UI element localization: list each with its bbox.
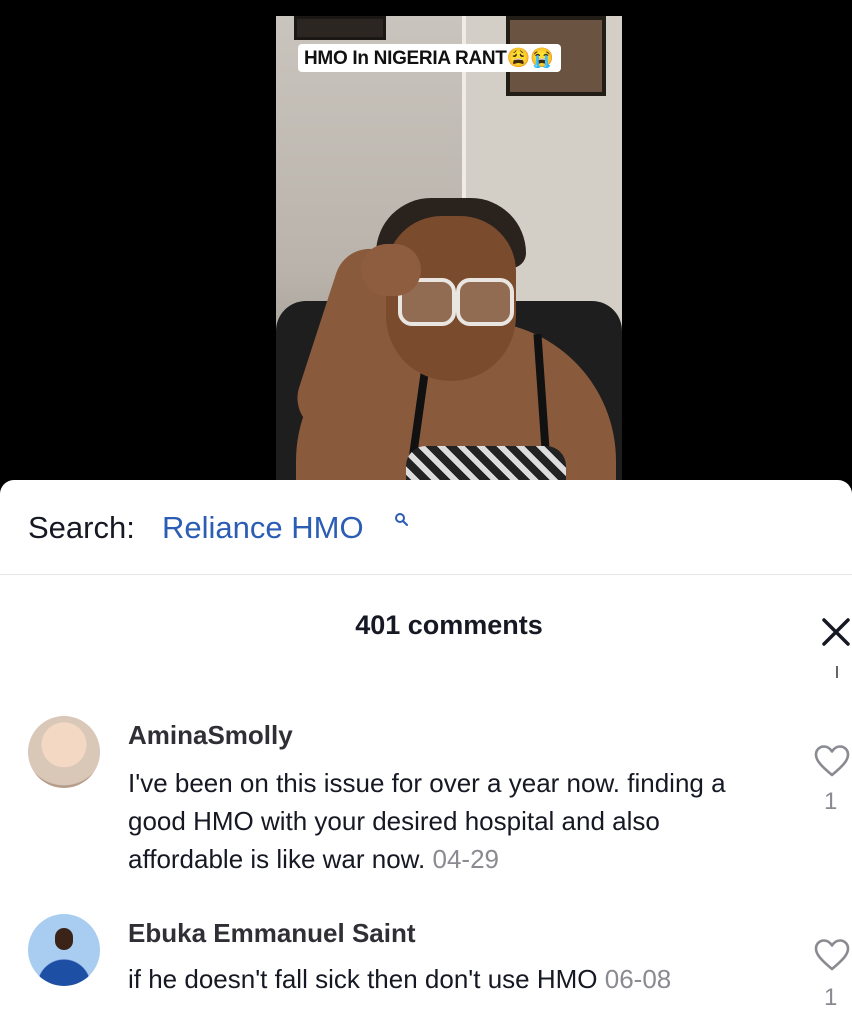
like-count: 1 (824, 984, 838, 1011)
search-suggestion[interactable]: Search: Reliance HMO (0, 480, 852, 575)
like-count: 1 (824, 788, 838, 815)
comment-body: I've been on this issue for over a year … (128, 768, 726, 874)
video-frame[interactable] (276, 16, 622, 480)
close-divider (836, 666, 838, 678)
search-term-link[interactable]: Reliance HMO (162, 510, 364, 546)
person-hand (361, 244, 421, 296)
comment-username[interactable]: AminaSmolly (128, 720, 293, 751)
heart-outline-icon[interactable] (814, 744, 850, 778)
comment-text: if he doesn't fall sick then don't use H… (128, 960, 778, 998)
comments-sheet: Search: Reliance HMO 401 comments AminaS… (0, 480, 852, 1024)
comment-date: 04-29 (432, 844, 499, 874)
heart-outline-icon[interactable] (814, 938, 850, 972)
comment-body: if he doesn't fall sick then don't use H… (128, 964, 598, 994)
search-icon (395, 513, 408, 526)
dress (406, 446, 566, 480)
comment-text: I've been on this issue for over a year … (128, 764, 778, 878)
close-icon[interactable] (820, 616, 852, 648)
comment-date: 06-08 (604, 964, 672, 994)
comment-username[interactable]: Ebuka Emmanuel Saint (128, 918, 416, 949)
search-label: Search: (28, 510, 135, 545)
avatar[interactable] (28, 716, 100, 788)
video-caption: HMO In NIGERIA RANT😩😭 (298, 44, 562, 72)
wall-picture-left (294, 16, 386, 40)
video-player[interactable]: HMO In NIGERIA RANT😩😭 (0, 0, 852, 480)
comments-count: 401 comments (355, 610, 543, 640)
avatar[interactable] (28, 914, 100, 986)
